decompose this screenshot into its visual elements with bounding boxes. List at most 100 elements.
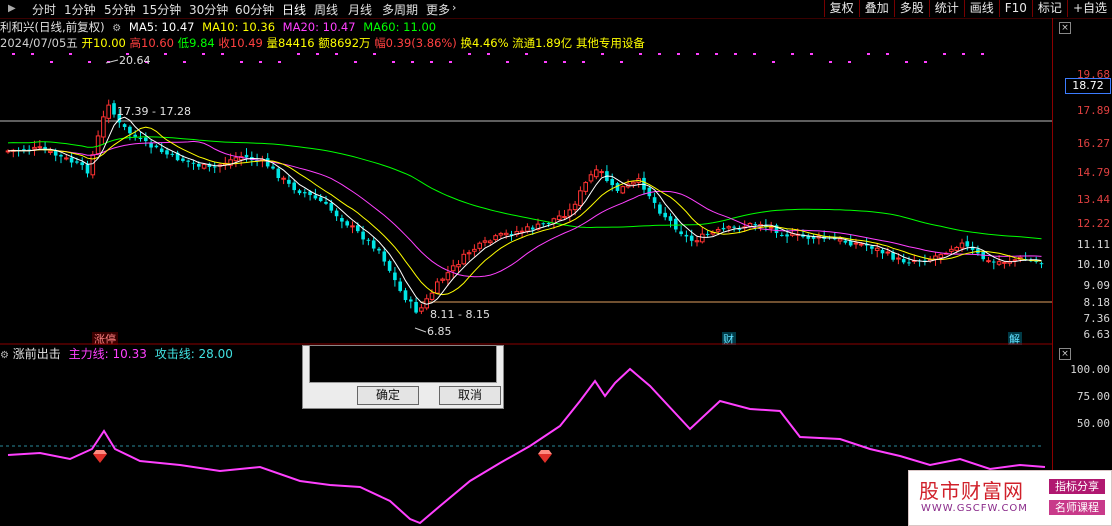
signal-dot [639, 53, 642, 55]
candle-body [556, 215, 562, 221]
ok-button[interactable]: 确定 [357, 386, 419, 405]
candle-body [583, 182, 589, 192]
gem-icon [538, 450, 552, 463]
candle-body [276, 168, 281, 178]
tab-5min[interactable]: 5分钟 [104, 1, 136, 18]
candle-body [64, 157, 69, 160]
tab-weekly[interactable]: 周线 [314, 1, 338, 18]
candle-body [69, 157, 74, 163]
info-float-cap: 流通1.89亿 [512, 36, 573, 50]
candle-body [154, 145, 159, 148]
tab-more[interactable]: 更多 [426, 1, 450, 18]
candle-body [48, 150, 53, 153]
candle-body [292, 182, 296, 191]
signal-dot [183, 61, 186, 63]
candle-body [843, 240, 848, 243]
info-date: 2024/07/05五 [0, 36, 78, 50]
candle-body [106, 104, 112, 119]
lower-range-label: 8.11 - 8.15 [430, 308, 490, 321]
ma60-line [7, 136, 1042, 240]
close-icon[interactable]: × [1059, 22, 1071, 34]
signal-dot [259, 61, 262, 63]
signal-dot [791, 53, 794, 55]
candle-body [271, 166, 275, 169]
candle-body [525, 226, 530, 232]
price-axis-label: 6.63 [1083, 328, 1111, 341]
candle-body [59, 154, 63, 157]
tab-30min[interactable]: 30分钟 [189, 1, 228, 18]
candle-body [435, 281, 440, 294]
price-axis-label: 17.89 [1076, 104, 1110, 117]
tab-multi-period[interactable]: 多周期 [382, 1, 418, 18]
candle-body [726, 226, 732, 229]
add-watchlist-button[interactable]: +自选 [1066, 0, 1112, 17]
play-icon[interactable]: ▶ [8, 3, 16, 14]
tab-60min[interactable]: 60分钟 [235, 1, 274, 18]
candle-body [610, 179, 614, 186]
price-axis-label: 13.44 [1076, 193, 1110, 206]
tab-daily[interactable]: 日线 [282, 1, 306, 18]
candle-body [631, 181, 636, 185]
tab-15min[interactable]: 15分钟 [142, 1, 181, 18]
watermark-site-name: 股市财富网 [919, 479, 1024, 503]
candle-body [53, 150, 58, 156]
quote-info-bar: 2024/07/05五 开10.00 高10.60 低9.84 收10.49 量… [0, 35, 645, 50]
stock-title: 利和兴(日线,前复权) [0, 20, 105, 34]
candle-body [144, 137, 148, 142]
tab-fenshi[interactable]: 分时 [32, 1, 56, 18]
candle-body [456, 264, 461, 268]
signal-dot [962, 53, 965, 55]
candle-body [201, 164, 207, 169]
settings-icon[interactable]: ⚙ [0, 350, 9, 361]
signal-dot [563, 61, 566, 63]
tab-1min[interactable]: 1分钟 [64, 1, 96, 18]
candle-body [594, 169, 599, 178]
candle-body [366, 239, 371, 241]
candle-body [303, 192, 307, 194]
candle-body [133, 134, 137, 137]
candle-body [32, 146, 37, 150]
chevron-right-icon[interactable]: › [452, 1, 456, 14]
candle-body [721, 227, 726, 230]
signal-dot [734, 53, 737, 55]
signal-dot [753, 53, 756, 55]
tab-monthly[interactable]: 月线 [348, 1, 372, 18]
candle-body [112, 103, 116, 115]
candle-body [891, 252, 895, 260]
kline-chart[interactable]: 20.64 17.39 - 17.28 8.11 - 8.15 6.85 涨停 … [0, 51, 1052, 526]
low-mark-label: 6.85 [427, 325, 452, 338]
overlay-button[interactable]: 叠加 [858, 0, 894, 17]
signal-dot [411, 61, 414, 63]
candle-body [181, 158, 185, 161]
signal-dot [202, 53, 205, 55]
candle-body [488, 240, 493, 244]
candle-body [901, 258, 906, 263]
signal-dot [31, 53, 34, 55]
candle-body [689, 235, 694, 241]
candle-body [885, 251, 891, 254]
candle-body [466, 252, 472, 255]
signal-dot [240, 61, 243, 63]
dialog-box: 确定 取消 [302, 345, 504, 409]
mark-button[interactable]: 标记 [1031, 0, 1067, 17]
info-volume: 量84416 [266, 36, 315, 50]
statistics-button[interactable]: 统计 [928, 0, 964, 17]
close-icon[interactable]: × [1059, 348, 1071, 360]
ma20-label: MA20: 10.47 [282, 20, 356, 34]
price-axis-label: 8.18 [1083, 296, 1111, 309]
candle-body [663, 212, 667, 218]
restore-rights-button[interactable]: 复权 [823, 0, 859, 17]
draw-line-button[interactable]: 画线 [963, 0, 999, 17]
candle-body [780, 234, 784, 236]
indicator-axis-label: 75.00 [1076, 390, 1110, 403]
cancel-button[interactable]: 取消 [439, 386, 501, 405]
info-open: 开10.00 [81, 36, 126, 50]
f10-button[interactable]: F10 [998, 0, 1032, 17]
ma5-line [7, 116, 1042, 305]
settings-icon[interactable]: ⚙ [112, 23, 121, 34]
candle-body [233, 157, 239, 162]
signal-dot [924, 61, 927, 63]
multi-stock-button[interactable]: 多股 [893, 0, 929, 17]
candle-body [503, 232, 509, 236]
info-turnover: 换4.46% [460, 36, 509, 50]
